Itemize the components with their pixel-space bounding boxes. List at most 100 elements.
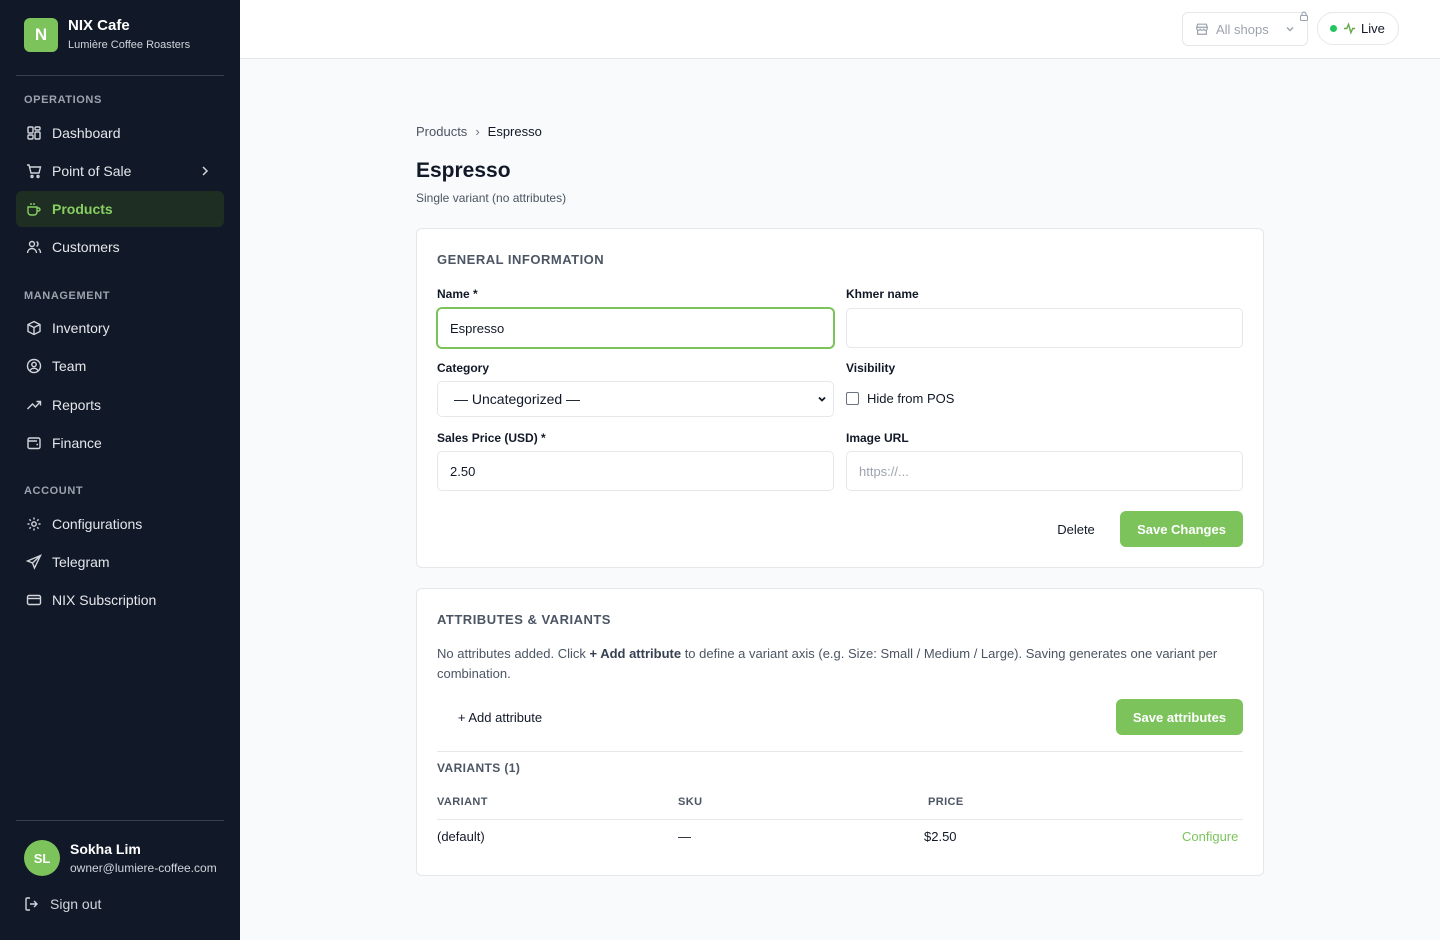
- users-icon: [26, 239, 42, 255]
- breadcrumb: Products › Espresso: [416, 124, 542, 139]
- name-input[interactable]: [437, 308, 834, 348]
- variants-title: VARIANTS (1): [437, 761, 521, 775]
- live-status-button[interactable]: Live: [1317, 12, 1399, 45]
- sidebar-item-label: Customers: [52, 239, 120, 255]
- sidebar-item-label: Products: [52, 201, 113, 217]
- sidebar: N NIX Cafe Lumière Coffee Roasters OPERA…: [0, 0, 240, 940]
- divider: [437, 751, 1243, 752]
- sidebar-item-nix-subscription[interactable]: NIX Subscription: [16, 582, 224, 618]
- attributes-description: No attributes added. Click + Add attribu…: [437, 646, 1218, 681]
- add-attribute-button[interactable]: + Add attribute: [443, 699, 557, 735]
- chevron-down-icon: [1286, 27, 1294, 32]
- shop-selector[interactable]: All shops: [1182, 12, 1308, 46]
- nav-section-account: ACCOUNT: [24, 485, 84, 497]
- sidebar-item-label: NIX Subscription: [52, 592, 157, 608]
- save-changes-button[interactable]: Save Changes: [1120, 511, 1243, 547]
- divider: [16, 75, 224, 76]
- breadcrumb-link-products[interactable]: Products: [416, 124, 467, 139]
- brand-name: NIX Cafe: [68, 17, 130, 34]
- page-title: Espresso: [416, 159, 511, 182]
- category-label: Category: [437, 361, 490, 375]
- variant-cell: (default): [437, 829, 485, 844]
- sidebar-item-configurations[interactable]: Configurations: [16, 506, 224, 542]
- sidebar-item-label: Inventory: [52, 320, 110, 336]
- store-icon: [1196, 23, 1208, 35]
- credit-card-icon: [26, 592, 42, 608]
- user-profile[interactable]: SL Sokha Lim owner@lumiere-coffee.com: [24, 840, 217, 876]
- sidebar-item-label: Telegram: [52, 554, 110, 570]
- sales-price-input[interactable]: [437, 451, 834, 491]
- sidebar-item-point-of-sale[interactable]: Point of Sale: [16, 153, 224, 189]
- divider: [437, 819, 1243, 820]
- gear-icon: [26, 516, 42, 532]
- column-header-price: PRICE: [928, 796, 964, 808]
- hide-from-pos-checkbox[interactable]: [846, 392, 859, 405]
- sidebar-item-label: Configurations: [52, 516, 143, 532]
- delete-button[interactable]: Delete: [1045, 511, 1107, 547]
- khmer-name-label: Khmer name: [846, 287, 919, 301]
- sku-cell: —: [678, 829, 691, 844]
- brand-logo: N: [24, 17, 58, 52]
- brand-subtitle: Lumière Coffee Roasters: [68, 39, 191, 51]
- divider: [16, 820, 224, 821]
- name-label: Name *: [437, 287, 478, 301]
- sidebar-item-customers[interactable]: Customers: [16, 229, 224, 265]
- attributes-variants-card: ATTRIBUTES & VARIANTS No attributes adde…: [416, 588, 1264, 876]
- wallet-icon: [26, 435, 42, 451]
- user-name: Sokha Lim: [70, 840, 141, 857]
- card-title: ATTRIBUTES & VARIANTS: [437, 612, 611, 627]
- breadcrumb-separator-icon: ›: [475, 124, 480, 139]
- breadcrumb-current: Espresso: [487, 124, 542, 139]
- category-select[interactable]: — Uncategorized —: [437, 381, 834, 417]
- configure-link[interactable]: Configure: [1182, 829, 1238, 844]
- page-subtitle: Single variant (no attributes): [416, 191, 567, 205]
- khmer-name-input[interactable]: [846, 308, 1243, 348]
- nav-section-management: MANAGEMENT: [24, 290, 111, 302]
- save-attributes-button[interactable]: Save attributes: [1116, 699, 1243, 735]
- sidebar-item-finance[interactable]: Finance: [16, 425, 224, 461]
- sign-out-icon: [25, 897, 38, 911]
- sidebar-item-label: Team: [52, 358, 87, 374]
- column-header-variant: VARIANT: [437, 796, 488, 808]
- sales-price-label: Sales Price (USD) *: [437, 431, 546, 445]
- chevron-down-icon: [818, 396, 826, 402]
- image-url-input[interactable]: [846, 451, 1243, 491]
- sidebar-item-products[interactable]: Products: [16, 191, 224, 227]
- column-header-sku: SKU: [678, 796, 703, 808]
- nav-section-operations: OPERATIONS: [24, 94, 102, 106]
- sidebar-item-label: Dashboard: [52, 125, 121, 141]
- dashboard-icon: [26, 125, 42, 141]
- sidebar-item-telegram[interactable]: Telegram: [16, 544, 224, 580]
- sidebar-item-reports[interactable]: Reports: [16, 387, 224, 423]
- sidebar-item-label: Finance: [52, 435, 102, 451]
- send-icon: [26, 554, 42, 570]
- activity-icon: [1343, 22, 1356, 35]
- image-url-label: Image URL: [846, 431, 909, 445]
- sidebar-item-dashboard[interactable]: Dashboard: [16, 115, 224, 151]
- lock-icon: [1299, 11, 1309, 22]
- sidebar-item-inventory[interactable]: Inventory: [16, 310, 224, 346]
- trend-icon: [26, 397, 42, 413]
- live-status-dot: [1330, 25, 1337, 32]
- sidebar-item-label: Point of Sale: [52, 163, 132, 179]
- user-circle-icon: [26, 358, 42, 374]
- sidebar-item-label: Reports: [52, 397, 102, 413]
- visibility-label: Visibility: [846, 361, 896, 375]
- coffee-cup-icon: [26, 201, 42, 217]
- sign-out-button[interactable]: Sign out: [24, 896, 101, 912]
- sign-out-label: Sign out: [50, 896, 102, 912]
- general-information-card: GENERAL INFORMATION Name * Khmer name Ca…: [416, 228, 1264, 568]
- card-title: GENERAL INFORMATION: [437, 252, 605, 267]
- shop-selector-label: All shops: [1216, 21, 1269, 37]
- avatar: SL: [24, 840, 60, 876]
- chevron-right-icon: [198, 163, 212, 179]
- cart-icon: [26, 163, 42, 179]
- live-label: Live: [1361, 21, 1385, 36]
- sidebar-item-team[interactable]: Team: [16, 348, 224, 384]
- hide-from-pos-option[interactable]: Hide from POS: [846, 391, 954, 406]
- category-select-value: — Uncategorized —: [454, 391, 581, 407]
- box-icon: [26, 320, 42, 336]
- brand[interactable]: N NIX Cafe Lumière Coffee Roasters: [24, 17, 190, 52]
- price-cell: $2.50: [924, 829, 957, 844]
- topbar: All shops Live: [240, 0, 1440, 59]
